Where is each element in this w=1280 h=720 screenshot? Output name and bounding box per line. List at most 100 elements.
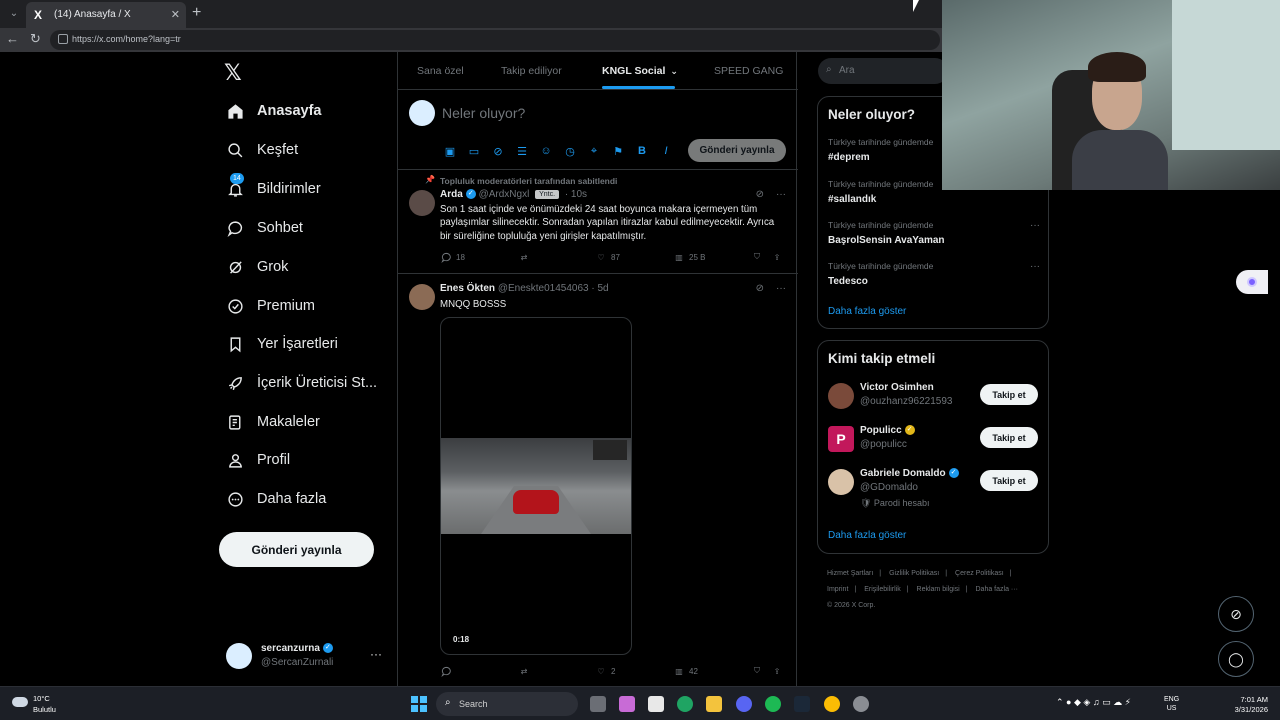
browser-tab[interactable]: X (14) Anasayfa / X ✕ — [26, 2, 186, 28]
x-logo-icon[interactable]: 𝕏 — [224, 60, 242, 86]
like-button[interactable]: ♡ 2 — [595, 665, 615, 677]
suggested-account[interactable]: Gabriele Domaldo ✓ @GDomaldo 🛡 Parodi hes… — [828, 467, 1040, 508]
follow-button[interactable]: Takip et — [980, 384, 1038, 405]
tab-for-you[interactable]: Sana özel — [417, 52, 464, 90]
bookmark-button[interactable]: ⛉ — [751, 251, 767, 263]
language-indicator[interactable]: ENG US — [1164, 695, 1179, 713]
repost-button[interactable]: ⇄ — [518, 251, 534, 263]
edge-icon[interactable] — [677, 696, 693, 712]
author-name[interactable]: Enes Ökten — [440, 283, 495, 294]
like-button[interactable]: ♡ 87 — [595, 251, 620, 263]
more-dots-icon[interactable]: ··· — [370, 647, 382, 661]
clock[interactable]: 7:01 AM 3/31/2026 — [1224, 695, 1268, 715]
bookmark-button[interactable]: ⛉ — [751, 665, 767, 677]
footer-link[interactable]: Çerez Politikası — [955, 570, 1004, 577]
flag-icon[interactable]: ⚑ — [610, 143, 626, 159]
compose-post-button[interactable]: Gönderi yayınla — [688, 139, 786, 162]
follow-button[interactable]: Takip et — [980, 427, 1038, 448]
nav-item-profile[interactable]: Profil — [226, 445, 290, 475]
footer-link[interactable]: Hizmet Şartları — [827, 570, 873, 577]
task-view-icon[interactable] — [590, 696, 606, 712]
back-arrow-icon[interactable]: ← — [6, 31, 19, 46]
nav-item-articles[interactable]: Makaleler — [226, 407, 320, 437]
grok-icon[interactable]: ⊘ — [490, 143, 506, 159]
post-time[interactable]: · 10s — [565, 189, 587, 200]
reply-button[interactable]: 18 — [440, 251, 465, 263]
poll-icon[interactable]: ☰ — [514, 143, 530, 159]
search-input[interactable]: ⌕ Ara — [818, 58, 948, 84]
location-icon[interactable]: ⌖ — [586, 143, 602, 159]
tab-list-chevron-icon[interactable]: ⌄ — [6, 6, 22, 22]
avatar[interactable]: P — [828, 426, 854, 452]
account-name[interactable]: Gabriele Domaldo ✓ — [860, 468, 959, 479]
views-button[interactable]: ▥ 25 B — [673, 251, 705, 263]
tab-speed-gang[interactable]: SPEED GANG — [714, 52, 783, 90]
reply-button[interactable] — [440, 665, 456, 677]
footer-link[interactable]: Imprint — [827, 586, 848, 593]
compose-input[interactable]: Neler oluyor? — [442, 105, 525, 121]
nav-item-chat[interactable]: Sohbet — [226, 213, 303, 243]
discord-icon[interactable] — [736, 696, 752, 712]
taskbar-search[interactable]: ⌕ Search — [436, 692, 578, 716]
share-button[interactable]: ⇪ — [771, 665, 787, 677]
nav-item-notifications[interactable]: 14 Bildirimler — [226, 173, 321, 204]
nav-item-grok[interactable]: Grok — [226, 252, 288, 282]
app-icon[interactable] — [853, 696, 869, 712]
more-dots-icon[interactable]: ··· — [776, 283, 786, 294]
bold-icon[interactable]: B — [634, 143, 650, 159]
post[interactable]: Enes Ökten @Eneskte01454063 · 5d ⊘ ··· M… — [398, 274, 798, 686]
grok-icon[interactable]: ⊘ — [756, 283, 764, 294]
copilot-icon[interactable] — [619, 696, 635, 712]
account-name[interactable]: Victor Osimhen — [860, 382, 934, 393]
site-info-icon[interactable] — [58, 34, 68, 44]
share-button[interactable]: ⇪ — [771, 251, 787, 263]
nav-item-more[interactable]: Daha fazla — [226, 484, 326, 514]
author-name[interactable]: Arda — [440, 189, 463, 200]
nav-item-premium[interactable]: Premium — [226, 291, 315, 321]
show-more-link[interactable]: Daha fazla göster — [828, 306, 906, 317]
suggested-account[interactable]: P Populicc ✓ @populicc Takip et — [828, 424, 1040, 464]
nav-item-bookmarks[interactable]: Yer İşaretleri — [226, 329, 338, 359]
spotify-icon[interactable] — [765, 696, 781, 712]
footer-link[interactable]: Erişilebilirlik — [864, 586, 901, 593]
grok-icon[interactable]: ⊘ — [756, 189, 764, 200]
new-tab-button[interactable]: + — [192, 4, 201, 22]
footer-link[interactable]: Daha fazla ··· — [976, 586, 1018, 593]
post[interactable]: 📌 Topluluk moderatörleri tarafından sabi… — [398, 170, 798, 274]
messages-fab-button[interactable]: ◯ — [1218, 641, 1254, 677]
video-player[interactable]: 0:18 — [440, 317, 632, 655]
url-field[interactable]: https://x.com/home?lang=tr — [50, 30, 940, 50]
extension-widget[interactable] — [1236, 270, 1268, 294]
author-handle[interactable]: @ArdxNgxl — [479, 189, 530, 200]
reload-icon[interactable]: ↻ — [30, 31, 41, 47]
views-button[interactable]: ▥ 42 — [673, 665, 698, 677]
emoji-icon[interactable]: ☺ — [538, 143, 554, 159]
suggested-account[interactable]: Victor Osimhen @ouzhanz96221593 Takip et — [828, 381, 1040, 421]
schedule-icon[interactable]: ◷ — [562, 143, 578, 159]
repost-button[interactable]: ⇄ — [518, 665, 534, 677]
nav-item-explore[interactable]: Keşfet — [226, 135, 298, 165]
avatar[interactable] — [409, 284, 435, 310]
account-name[interactable]: Populicc ✓ — [860, 425, 915, 436]
more-dots-icon[interactable]: ··· — [1030, 261, 1040, 272]
file-explorer-icon[interactable] — [706, 696, 722, 712]
account-switcher[interactable]: sercanzurna ✓ @SercanZurnali ··· — [226, 640, 386, 674]
nav-item-creator-studio[interactable]: İçerik Üreticisi St... — [226, 368, 377, 398]
more-dots-icon[interactable]: ··· — [1030, 220, 1040, 231]
avatar[interactable] — [828, 469, 854, 495]
gif-icon[interactable]: ▭ — [466, 143, 482, 159]
start-button[interactable] — [411, 696, 427, 712]
store-icon[interactable] — [648, 696, 664, 712]
footer-link[interactable]: Reklam bilgisi — [917, 586, 960, 593]
grok-fab-button[interactable]: ⊘ — [1218, 596, 1254, 632]
show-more-link[interactable]: Daha fazla göster — [828, 530, 906, 541]
avatar[interactable] — [828, 383, 854, 409]
image-icon[interactable]: ▣ — [442, 143, 458, 159]
url-text[interactable]: https://x.com/home?lang=tr — [72, 34, 181, 44]
follow-button[interactable]: Takip et — [980, 470, 1038, 491]
tab-kngl-social[interactable]: KNGL Social ⌄ — [602, 52, 678, 90]
system-tray[interactable]: ⌃ ● ◆ ◈ ♫ ▭ ☁ ⚡ — [1056, 697, 1131, 708]
author-handle[interactable]: @Eneskte01454063 — [498, 283, 589, 294]
tab-close-icon[interactable]: ✕ — [171, 8, 180, 21]
steam-icon[interactable] — [794, 696, 810, 712]
